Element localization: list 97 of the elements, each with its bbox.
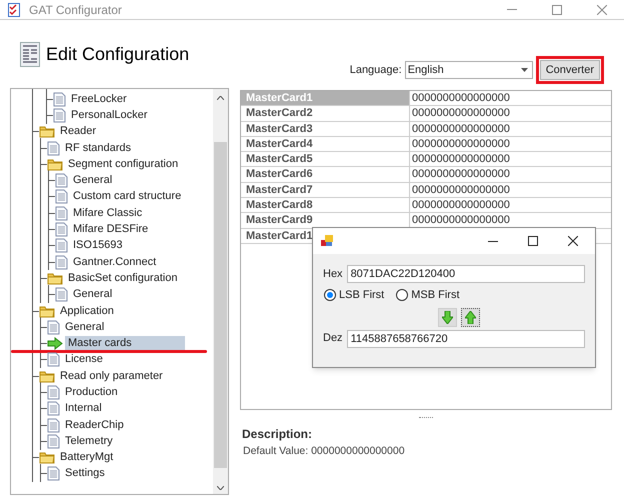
table-cell[interactable]: 0000000000000000	[410, 198, 512, 212]
table-cell[interactable]: 0000000000000000	[410, 122, 512, 136]
tree-item[interactable]: Mifare Classic	[70, 206, 146, 221]
arrow-up-icon	[465, 310, 476, 324]
table-cell[interactable]: MasterCard5	[241, 152, 410, 166]
arrow-down-icon	[442, 310, 453, 324]
description-text: Default Value: 0000000000000000	[243, 444, 406, 459]
folder-icon	[39, 370, 55, 383]
convert-down-button[interactable]	[438, 308, 457, 326]
tree-item[interactable]: Reader	[57, 124, 100, 140]
language-dropdown[interactable]: English	[404, 61, 533, 79]
tree-item[interactable]: General	[62, 320, 108, 335]
tree-item[interactable]: BatteryMgt	[57, 450, 116, 466]
tree-item[interactable]: Application	[57, 304, 117, 318]
language-label: Language:	[350, 62, 402, 78]
scroll-up-icon	[217, 96, 224, 100]
tree-item[interactable]: License	[62, 352, 106, 368]
document-icon	[55, 173, 68, 188]
converter-button[interactable]: Converter	[540, 60, 600, 80]
tree-item[interactable]: Internal	[62, 401, 105, 416]
tree-item[interactable]: Read only parameter	[57, 368, 166, 384]
table-cell[interactable]: MasterCard4	[241, 136, 410, 152]
table-cell[interactable]: MasterCard6	[241, 167, 410, 182]
radio-button[interactable]	[396, 289, 408, 302]
tree-item[interactable]: Settings	[62, 466, 108, 482]
tree-item[interactable]: General	[70, 173, 116, 188]
tree-item[interactable]: ISO15693	[70, 238, 126, 254]
radio-button[interactable]	[324, 289, 336, 302]
table-cell[interactable]: 0000000000000000	[410, 182, 512, 198]
arrow-right-icon	[47, 337, 63, 350]
table-cell[interactable]: MasterCard2	[241, 106, 410, 121]
tree-item[interactable]: Gantner.Connect	[70, 254, 160, 270]
table-cell[interactable]: 0000000000000000	[410, 106, 512, 121]
tree-item[interactable]: RF standards	[62, 140, 134, 156]
table-cell[interactable]: 0000000000000000	[410, 136, 512, 152]
scrollbar[interactable]	[213, 89, 228, 494]
document-icon	[47, 434, 60, 449]
scroll-down-icon	[217, 486, 224, 490]
table-cell[interactable]: 0000000000000000	[410, 91, 512, 106]
radio-option[interactable]: MSB First	[396, 287, 460, 304]
description-title: Description:	[242, 426, 314, 443]
tree-item[interactable]: PersonalLocker	[68, 108, 150, 123]
document-icon	[47, 401, 60, 416]
tree-item[interactable]: Segment configuration	[65, 156, 182, 172]
close-icon	[596, 4, 606, 14]
document-icon	[55, 206, 68, 221]
document-icon	[53, 108, 66, 123]
document-icon	[20, 42, 40, 66]
table-cell[interactable]: 0000000000000000	[410, 213, 512, 228]
document-icon	[47, 320, 60, 335]
scrollbar-thumb[interactable]	[214, 142, 227, 468]
maximize-icon	[528, 236, 538, 246]
table-cell[interactable]: MasterCard7	[241, 182, 410, 198]
document-icon	[47, 352, 60, 368]
dez-label: Dez	[323, 331, 343, 346]
tree-item[interactable]: FreeLocker	[68, 92, 130, 107]
table-cell[interactable]: MasterCard8	[241, 198, 410, 212]
document-icon	[55, 238, 68, 254]
maximize-icon	[552, 4, 562, 14]
tree-item[interactable]: Master cards	[65, 336, 185, 352]
folder-icon	[47, 158, 63, 171]
tree-item[interactable]: BasicSet configuration	[65, 270, 180, 286]
checklist-icon	[8, 2, 20, 16]
document-icon	[47, 418, 60, 433]
tree-item[interactable]: Telemetry	[62, 434, 116, 449]
table-cell[interactable]: 0000000000000000	[410, 152, 512, 166]
tree-item[interactable]: General	[70, 287, 116, 302]
folder-icon	[39, 451, 55, 464]
document-icon	[55, 189, 68, 204]
tree-item[interactable]: Custom card structure	[70, 189, 184, 204]
document-icon	[47, 140, 60, 156]
document-icon	[55, 254, 68, 270]
tree-item[interactable]: Production	[62, 384, 121, 400]
dropdown-caret-icon	[520, 68, 528, 72]
document-icon	[55, 222, 68, 238]
folder-icon	[47, 272, 63, 285]
table-cell[interactable]: MasterCard3	[241, 122, 410, 136]
document-icon	[55, 287, 68, 302]
convert-up-button[interactable]	[461, 308, 480, 326]
document-icon	[47, 466, 60, 482]
minimize-icon	[506, 9, 516, 10]
tree-item[interactable]: ReaderChip	[62, 418, 127, 433]
folder-icon	[39, 304, 55, 318]
page-title: Edit Configuration	[46, 42, 190, 66]
dez-field[interactable]: 1145887658766720	[346, 330, 585, 348]
close-icon	[568, 236, 578, 246]
hex-label: Hex	[323, 266, 343, 282]
window-title: GAT Configurator	[29, 2, 122, 18]
document-icon	[53, 92, 66, 107]
table-cell[interactable]: 0000000000000000	[410, 167, 512, 182]
radio-option[interactable]: LSB First	[324, 287, 384, 304]
document-icon	[47, 384, 60, 400]
minimize-icon	[488, 240, 498, 242]
tree-item[interactable]: Mifare DESFire	[70, 222, 152, 238]
hex-field[interactable]: 8071DAC22D120400	[346, 265, 585, 283]
folder-icon	[39, 125, 55, 138]
app-icon	[321, 235, 333, 247]
